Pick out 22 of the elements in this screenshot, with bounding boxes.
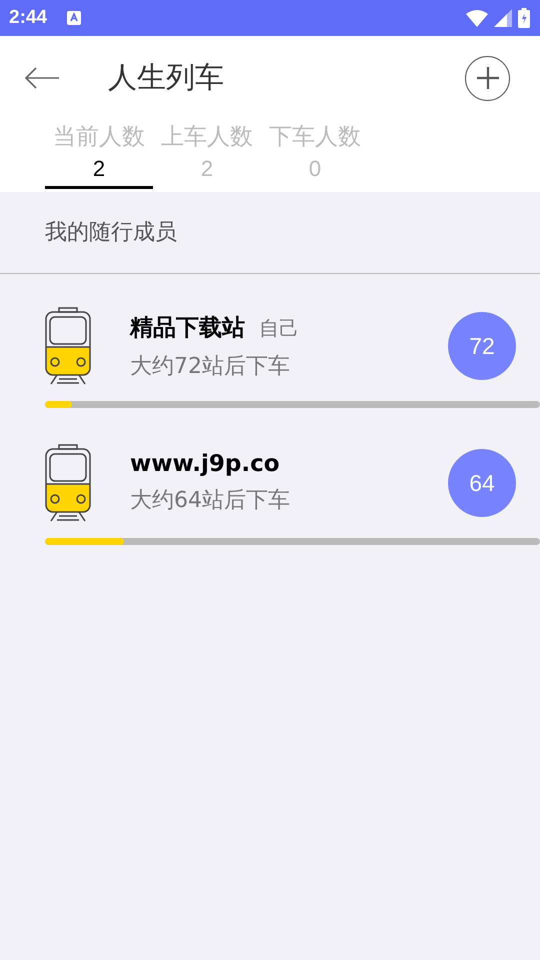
station-count-badge: 72 [448, 312, 516, 380]
stat-tab[interactable]: 当前人数 2 [45, 120, 153, 189]
member-name: www.j9p.co [130, 451, 280, 477]
station-count-badge: 64 [448, 449, 516, 517]
member-tag: 自己 [259, 314, 299, 342]
plus-icon [476, 66, 500, 90]
member-name: 精品下载站 [130, 314, 245, 342]
signal-icon [494, 9, 512, 27]
battery-icon [518, 8, 530, 28]
keyboard-notification-icon [67, 11, 82, 25]
train-icon [45, 307, 91, 385]
back-arrow-icon[interactable] [24, 66, 60, 90]
wifi-icon [466, 9, 488, 27]
add-button[interactable] [465, 56, 510, 100]
section-title: 我的随行成员 [44, 219, 178, 247]
member-subtitle: 大约72站后下车 [130, 352, 291, 380]
page-title: 人生列车 [108, 59, 224, 96]
train-icon [45, 444, 91, 522]
status-time: 2:44 [9, 7, 48, 29]
stat-tab[interactable]: 上车人数 2 [153, 120, 261, 189]
stat-tab[interactable]: 下车人数 0 [261, 120, 369, 189]
member-subtitle: 大约64站后下车 [130, 487, 291, 515]
